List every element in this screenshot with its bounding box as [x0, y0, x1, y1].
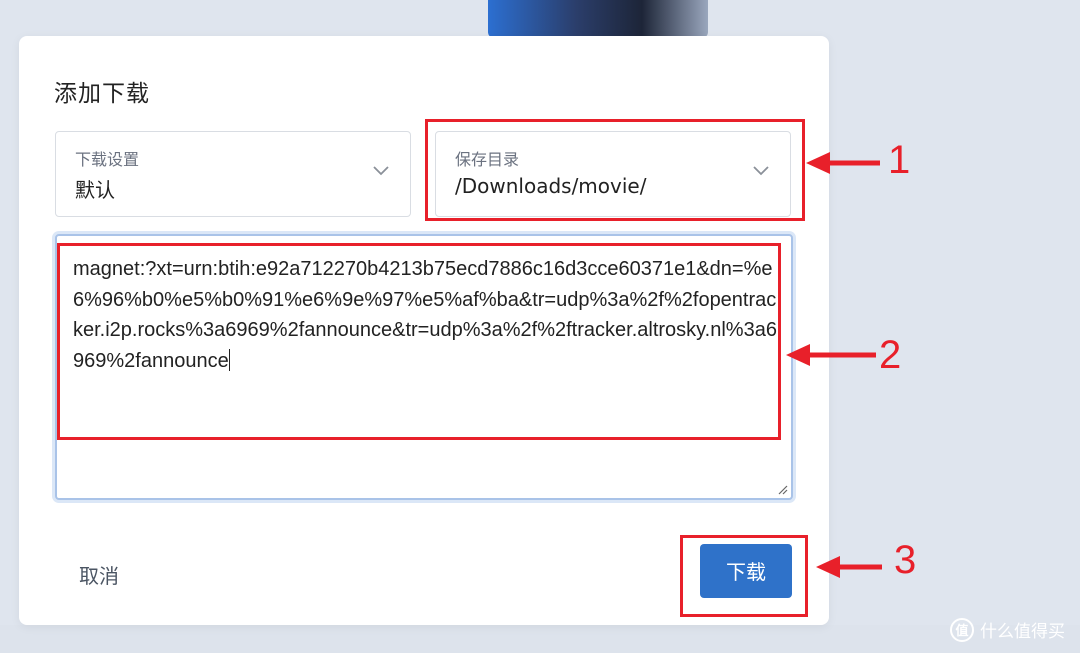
watermark-logo-icon: 值 — [950, 617, 974, 642]
annotation-number-1: 1 — [888, 138, 911, 182]
background-strip — [0, 625, 1080, 653]
background-image — [488, 0, 708, 38]
cancel-button[interactable]: 取消 — [79, 560, 119, 589]
watermark: 值 什么值得买 — [950, 617, 1065, 642]
annotation-box-save-directory — [425, 119, 805, 221]
download-setting-select[interactable]: 下载设置 默认 — [55, 131, 411, 217]
annotation-box-magnet-link — [57, 243, 781, 440]
chevron-down-icon — [373, 166, 389, 176]
download-setting-label: 下载设置 — [75, 150, 140, 169]
annotation-arrow-icon — [806, 152, 880, 174]
watermark-text: 什么值得买 — [980, 622, 1065, 642]
dialog-title: 添加下载 — [54, 81, 150, 107]
resize-grip-icon[interactable] — [776, 483, 788, 495]
annotation-arrow-icon — [816, 556, 882, 578]
annotation-box-download-button — [680, 535, 808, 617]
annotation-number-2: 2 — [879, 333, 902, 377]
annotation-arrow-icon — [786, 344, 876, 366]
download-setting-value: 默认 — [75, 178, 115, 202]
annotation-number-3: 3 — [894, 538, 917, 582]
